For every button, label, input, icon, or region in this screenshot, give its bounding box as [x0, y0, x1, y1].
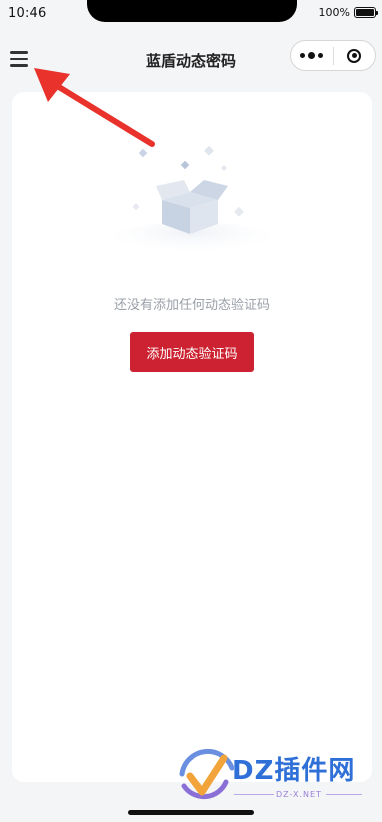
- watermark: DZ插件网 DZ-X.NET: [176, 742, 376, 812]
- home-indicator: [128, 810, 254, 815]
- target-center: [351, 53, 357, 58]
- dot: [318, 53, 324, 58]
- more-dots-icon[interactable]: [291, 41, 333, 70]
- add-verification-code-button[interactable]: 添加动态验证码: [130, 332, 254, 372]
- battery-percent: 100%: [318, 6, 350, 19]
- content-card: 还没有添加任何动态验证码 添加动态验证码: [12, 92, 372, 782]
- watermark-line: [326, 794, 362, 795]
- empty-state-text: 还没有添加任何动态验证码: [113, 298, 270, 313]
- watermark-line: [234, 794, 274, 795]
- miniprogram-capsule: [290, 40, 376, 71]
- device-notch: [87, 0, 297, 22]
- dot: [308, 52, 316, 59]
- target-ring: [347, 48, 362, 63]
- status-indicators: 100%: [318, 6, 378, 19]
- battery-fill: [356, 9, 374, 16]
- status-bar: 10:46 100%: [0, 0, 382, 28]
- watermark-brand: DZ插件网: [232, 756, 356, 786]
- battery-icon: [354, 7, 378, 18]
- watermark-sub: DZ-X.NET: [276, 790, 322, 799]
- target-close-icon[interactable]: [334, 41, 376, 70]
- status-time: 10:46: [8, 6, 47, 21]
- empty-box-icon: [112, 145, 274, 252]
- dot: [300, 53, 306, 58]
- watermark-logo-icon: [179, 748, 234, 800]
- annotation-arrow-icon: [34, 68, 155, 147]
